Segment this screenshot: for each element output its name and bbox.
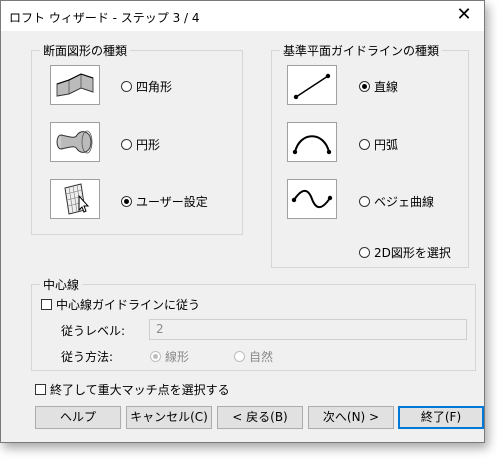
guide-line-radio[interactable]: [359, 81, 370, 92]
centerline-title: 中心線: [40, 276, 83, 293]
close-icon[interactable]: ✕: [452, 4, 476, 28]
title-bar: ロフト ウィザード - ステップ 3 / 4 ✕: [1, 1, 484, 31]
guide-arc-radio[interactable]: [359, 139, 370, 150]
profile-option-rectangle[interactable]: 四角形: [121, 78, 172, 95]
guide-2d-shape-label: 2D図形を選択: [374, 246, 451, 260]
finish-select-match-points-row[interactable]: 終了して重大マッチ点を選択する: [35, 381, 230, 398]
profile-option-custom[interactable]: ユーザー設定: [121, 193, 208, 210]
method-natural-radio[interactable]: [234, 351, 245, 362]
profile-rectangle-label: 四角形: [136, 80, 173, 94]
circle-profile-icon: [50, 122, 100, 162]
method-linear-radio[interactable]: [150, 351, 161, 362]
follow-centerline-checkbox[interactable]: [41, 299, 52, 310]
arc-icon: [287, 122, 337, 162]
back-button[interactable]: < 戻る(B): [217, 406, 303, 429]
guide-option-bezier[interactable]: ベジェ曲線: [359, 193, 434, 210]
window-title: ロフト ウィザード - ステップ 3 / 4: [9, 11, 200, 25]
follow-level-label: 従うレベル:: [61, 324, 126, 338]
finish-button[interactable]: 終了(F): [398, 406, 484, 429]
guide-bezier-label: ベジェ曲線: [374, 195, 435, 209]
loft-wizard-dialog: ロフト ウィザード - ステップ 3 / 4 ✕ 断面図形の種類 四角形 円形: [0, 0, 485, 443]
profile-custom-label: ユーザー設定: [136, 195, 208, 209]
custom-profile-icon: [50, 179, 100, 219]
finish-select-match-points-label: 終了して重大マッチ点を選択する: [50, 383, 230, 397]
profile-type-title: 断面図形の種類: [40, 42, 131, 59]
guide-option-line[interactable]: 直線: [359, 78, 398, 95]
profile-circle-label: 円形: [136, 138, 161, 152]
profile-rectangle-radio[interactable]: [121, 81, 132, 92]
guide-option-2d-shape[interactable]: 2D図形を選択: [359, 244, 451, 261]
follow-method-label: 従う方法:: [61, 350, 114, 364]
guide-bezier-radio[interactable]: [359, 196, 370, 207]
profile-option-circle[interactable]: 円形: [121, 136, 160, 153]
guide-arc-label: 円弧: [374, 138, 399, 152]
guide-line-label: 直線: [374, 80, 399, 94]
finish-select-match-points-checkbox[interactable]: [35, 384, 46, 395]
next-button[interactable]: 次へ(N) >: [308, 406, 394, 429]
cancel-button[interactable]: キャンセル(C): [126, 406, 212, 429]
guide-option-arc[interactable]: 円弧: [359, 136, 398, 153]
rectangle-profile-icon: [50, 65, 100, 105]
follow-centerline-label: 中心線ガイドラインに従う: [56, 298, 201, 312]
help-button[interactable]: ヘルプ: [35, 406, 121, 429]
method-linear-label: 線形: [165, 350, 190, 364]
profile-circle-radio[interactable]: [121, 139, 132, 150]
profile-custom-radio[interactable]: [121, 196, 132, 207]
straight-line-icon: [287, 65, 337, 105]
follow-centerline-checkbox-row[interactable]: 中心線ガイドラインに従う: [41, 296, 200, 313]
method-natural-label: 自然: [249, 350, 274, 364]
guide-type-title: 基準平面ガイドラインの種類: [280, 42, 443, 59]
method-option-linear[interactable]: 線形: [150, 348, 189, 365]
method-option-natural[interactable]: 自然: [234, 348, 273, 365]
follow-level-field[interactable]: 2: [149, 319, 467, 340]
bezier-curve-icon: [287, 179, 337, 219]
guide-2d-shape-radio[interactable]: [359, 247, 370, 258]
